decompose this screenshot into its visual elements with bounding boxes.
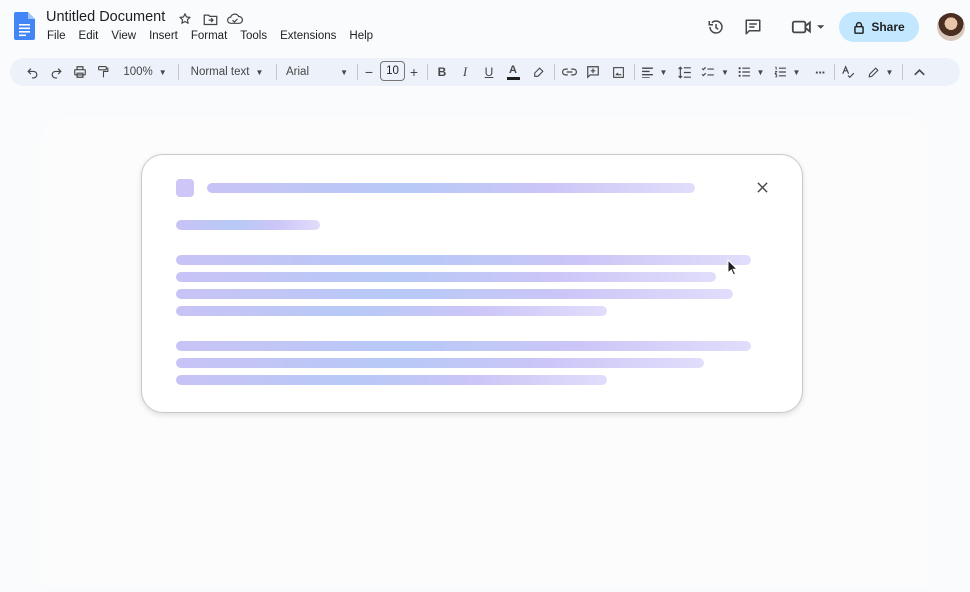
skeleton-header-line (207, 183, 695, 193)
skeleton-text-line (176, 289, 733, 299)
text-color-button[interactable]: A (506, 62, 520, 82)
font-size-input[interactable]: 10 (380, 61, 405, 81)
numbered-list-icon (773, 66, 786, 78)
link-icon[interactable] (560, 62, 578, 82)
skeleton-subtitle-line (176, 220, 320, 230)
lock-icon (854, 21, 865, 34)
zoom-value: 100% (123, 66, 153, 78)
toolbar-divider (634, 64, 635, 80)
style-value: Normal text (190, 66, 250, 78)
menu-format[interactable]: Format (191, 30, 227, 42)
meet-icon[interactable] (791, 16, 827, 38)
ai-suggestion-panel (141, 154, 803, 413)
toolbar-divider (357, 64, 358, 80)
menu-tools[interactable]: Tools (240, 30, 267, 42)
line-spacing-icon[interactable] (677, 62, 693, 82)
numbered-list-dropdown[interactable]: ▼ (773, 62, 801, 82)
add-comment-icon[interactable] (585, 62, 601, 82)
align-icon (641, 67, 653, 78)
toolbar-divider (834, 64, 835, 80)
italic-button[interactable]: I (458, 62, 472, 82)
chevron-down-icon: ▼ (756, 67, 765, 77)
chevron-down-icon: ▼ (255, 67, 264, 77)
zoom-dropdown[interactable]: 100% ▼ (120, 62, 170, 82)
text-color-swatch (506, 76, 520, 80)
collapse-icon[interactable] (912, 62, 926, 82)
menu-view[interactable]: View (111, 30, 136, 42)
chevron-down-icon: ▼ (340, 67, 348, 77)
toolbar-divider (554, 64, 555, 80)
insert-image-icon[interactable] (610, 62, 626, 82)
more-icon[interactable]: ··· (812, 62, 828, 82)
chevron-down-icon: ▼ (885, 67, 894, 77)
skeleton-text-line (176, 341, 751, 351)
print-icon[interactable] (71, 62, 89, 82)
chevron-down-icon: ▼ (659, 67, 668, 77)
skeleton-text-line (176, 272, 716, 282)
toolbar-divider (276, 64, 277, 80)
highlight-icon[interactable] (530, 62, 546, 82)
checklist-dropdown[interactable]: ▼ (701, 62, 729, 82)
skeleton-text-line (176, 306, 607, 316)
bold-button[interactable]: B (435, 62, 449, 82)
top-bar: Untitled Document File Edit View Insert … (0, 0, 970, 56)
toolbar-divider (427, 64, 428, 80)
chevron-down-icon: ▼ (792, 67, 801, 77)
cloud-saved-icon[interactable] (226, 10, 244, 28)
font-value: Arial (286, 66, 310, 78)
menu-file[interactable]: File (47, 30, 66, 42)
spelling-icon[interactable] (840, 62, 856, 82)
share-label: Share (871, 20, 905, 34)
skeleton-text-line (176, 375, 607, 385)
docs-logo-icon[interactable] (14, 12, 35, 40)
formatting-toolbar: 100% ▼ Normal text ▼ Arial ▼ − 10 + B I … (10, 58, 960, 86)
style-dropdown[interactable]: Normal text ▼ (187, 62, 267, 82)
version-history-icon[interactable] (705, 16, 727, 38)
toolbar-divider (178, 64, 179, 80)
font-dropdown[interactable]: Arial ▼ (286, 62, 348, 82)
star-icon[interactable] (176, 10, 194, 28)
editing-mode-dropdown[interactable]: ▼ (866, 62, 894, 82)
document-title[interactable]: Untitled Document (46, 9, 165, 25)
editing-mode-icon (868, 66, 879, 78)
share-button[interactable]: Share (839, 12, 919, 42)
header-actions: Share (690, 10, 970, 44)
underline-button[interactable]: U (482, 62, 496, 82)
skeleton-text-line (176, 358, 704, 368)
checklist-icon (701, 66, 714, 77)
panel-icon-placeholder (176, 179, 194, 197)
menu-extensions[interactable]: Extensions (280, 30, 336, 42)
paint-format-icon[interactable] (95, 62, 111, 82)
decrease-font-size-icon[interactable]: − (363, 62, 375, 82)
title-icons (176, 10, 244, 28)
align-dropdown[interactable]: ▼ (640, 62, 668, 82)
bulleted-list-dropdown[interactable]: ▼ (737, 62, 765, 82)
redo-icon[interactable] (48, 62, 64, 82)
avatar[interactable] (937, 13, 965, 41)
bulleted-list-icon (738, 67, 750, 77)
menu-bar: File Edit View Insert Format Tools Exten… (47, 30, 373, 42)
increase-font-size-icon[interactable]: + (408, 62, 420, 82)
menu-help[interactable]: Help (349, 30, 373, 42)
close-icon[interactable] (754, 179, 770, 195)
comments-icon[interactable] (742, 16, 764, 38)
move-to-folder-icon[interactable] (201, 10, 219, 28)
text-color-label: A (509, 63, 517, 76)
menu-insert[interactable]: Insert (149, 30, 178, 42)
toolbar-divider (902, 64, 903, 80)
chevron-down-icon: ▼ (158, 67, 167, 77)
undo-icon[interactable] (24, 62, 40, 82)
chevron-down-icon: ▼ (721, 67, 729, 77)
menu-edit[interactable]: Edit (79, 30, 99, 42)
skeleton-text-line (176, 255, 751, 265)
mouse-cursor-icon (727, 259, 739, 276)
